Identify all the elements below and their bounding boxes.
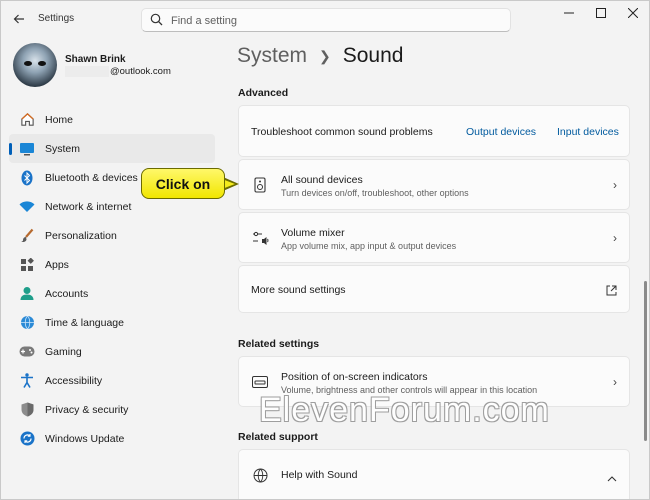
indicators-title: Position of on-screen indicators bbox=[281, 371, 428, 383]
mixer-icon bbox=[251, 229, 269, 247]
sidebar-item-label: Accessibility bbox=[45, 374, 103, 387]
sidebar-item-label: System bbox=[45, 142, 81, 155]
breadcrumb-parent[interactable]: System bbox=[237, 44, 307, 68]
speaker-icon bbox=[251, 176, 269, 194]
sidebar-item-personalization[interactable]: Personalization bbox=[9, 221, 215, 250]
system-icon bbox=[19, 141, 35, 157]
maximize-button[interactable] bbox=[585, 1, 617, 25]
sidebar-item-home[interactable]: Home bbox=[9, 105, 215, 134]
sidebar-item-label: Bluetooth & devices bbox=[45, 171, 138, 184]
scrollbar[interactable] bbox=[644, 281, 647, 441]
gamepad-icon bbox=[19, 344, 35, 360]
all-sound-devices-desc: Turn devices on/off, troubleshoot, other… bbox=[281, 188, 469, 198]
sidebar-item-label: Home bbox=[45, 113, 74, 126]
volume-mixer-desc: App volume mix, app input & output devic… bbox=[281, 241, 457, 251]
title-bar: Settings bbox=[1, 1, 649, 37]
globe-icon bbox=[251, 466, 269, 484]
avatar bbox=[13, 43, 57, 87]
more-sound-settings-title: More sound settings bbox=[251, 284, 346, 296]
more-sound-settings-card[interactable]: More sound settings bbox=[238, 265, 630, 313]
chevron-right-icon: ❯ bbox=[319, 47, 331, 64]
chevron-right-icon: › bbox=[613, 375, 617, 389]
sidebar-item-apps[interactable]: Apps bbox=[9, 250, 215, 279]
volume-mixer-card[interactable]: Volume mixer App volume mix, app input &… bbox=[238, 212, 630, 263]
profile-email-suffix: @outlook.com bbox=[110, 66, 171, 77]
minimize-button[interactable] bbox=[553, 1, 585, 25]
section-title-advanced: Advanced bbox=[238, 87, 289, 99]
app-title: Settings bbox=[38, 13, 75, 24]
apps-icon bbox=[19, 257, 35, 273]
bluetooth-icon bbox=[19, 170, 35, 186]
window-controls bbox=[553, 1, 649, 27]
all-sound-devices-card[interactable]: All sound devices Turn devices on/off, t… bbox=[238, 159, 630, 210]
sidebar-item-label: Gaming bbox=[45, 345, 82, 358]
sidebar-item-label: Windows Update bbox=[45, 432, 125, 445]
troubleshoot-label: Troubleshoot common sound problems bbox=[251, 126, 433, 138]
display-position-icon bbox=[251, 373, 269, 391]
section-title-related-support: Related support bbox=[238, 431, 318, 443]
external-link-icon bbox=[606, 283, 617, 301]
settings-window: Settings Shawn Brink @outlook.com Home bbox=[0, 0, 650, 500]
back-arrow-icon bbox=[13, 14, 24, 24]
sidebar-item-label: Time & language bbox=[45, 316, 124, 329]
back-button[interactable] bbox=[7, 7, 31, 31]
wifi-icon bbox=[19, 199, 35, 215]
sidebar-item-accounts[interactable]: Accounts bbox=[9, 279, 215, 308]
page-title: Sound bbox=[342, 44, 404, 67]
help-with-sound-title: Help with Sound bbox=[281, 469, 358, 481]
redacted-block bbox=[65, 66, 109, 77]
home-icon bbox=[19, 112, 35, 128]
sidebar-item-privacy[interactable]: Privacy & security bbox=[9, 395, 215, 424]
sidebar-item-label: Privacy & security bbox=[45, 403, 129, 416]
sidebar-item-accessibility[interactable]: Accessibility bbox=[9, 366, 215, 395]
all-sound-devices-title: All sound devices bbox=[281, 174, 363, 186]
sidebar-item-label: Network & internet bbox=[45, 200, 132, 213]
close-button[interactable] bbox=[617, 1, 649, 25]
update-icon bbox=[19, 431, 35, 447]
globe-icon bbox=[19, 315, 35, 331]
user-profile[interactable]: Shawn Brink @outlook.com bbox=[13, 43, 213, 89]
shield-icon bbox=[19, 402, 35, 418]
brush-icon bbox=[19, 228, 35, 244]
breadcrumb: System ❯ Sound bbox=[237, 44, 403, 68]
sidebar-item-gaming[interactable]: Gaming bbox=[9, 337, 215, 366]
troubleshoot-card: Troubleshoot common sound problems Outpu… bbox=[238, 105, 630, 157]
callout-label: Click on bbox=[141, 168, 225, 199]
sidebar-item-time-language[interactable]: Time & language bbox=[9, 308, 215, 337]
watermark: ElevenForum.com bbox=[259, 391, 550, 429]
profile-email: @outlook.com bbox=[65, 66, 171, 77]
volume-mixer-title: Volume mixer bbox=[281, 227, 345, 239]
close-icon bbox=[628, 8, 638, 18]
sidebar-item-system[interactable]: System bbox=[9, 134, 215, 163]
chevron-right-icon: › bbox=[613, 231, 617, 245]
output-devices-link[interactable]: Output devices bbox=[466, 126, 536, 138]
search-icon bbox=[150, 13, 163, 31]
search-box[interactable] bbox=[141, 8, 511, 32]
search-input[interactable] bbox=[169, 12, 493, 30]
sidebar-item-label: Personalization bbox=[45, 229, 117, 242]
sidebar-nav: Home System Bluetooth & devices Network … bbox=[9, 105, 215, 453]
accounts-icon bbox=[19, 286, 35, 302]
maximize-icon bbox=[596, 8, 606, 18]
chevron-right-icon: › bbox=[613, 178, 617, 192]
sidebar-item-label: Accounts bbox=[45, 287, 89, 300]
sidebar-item-windows-update[interactable]: Windows Update bbox=[9, 424, 215, 453]
help-with-sound-card[interactable]: Help with Sound bbox=[238, 449, 630, 499]
input-devices-link[interactable]: Input devices bbox=[557, 126, 619, 138]
profile-name: Shawn Brink bbox=[65, 54, 126, 65]
chevron-up-icon[interactable] bbox=[607, 469, 617, 487]
accessibility-icon bbox=[19, 373, 35, 389]
section-title-related-settings: Related settings bbox=[238, 338, 320, 350]
sidebar-item-label: Apps bbox=[45, 258, 69, 271]
minimize-icon bbox=[564, 12, 574, 14]
